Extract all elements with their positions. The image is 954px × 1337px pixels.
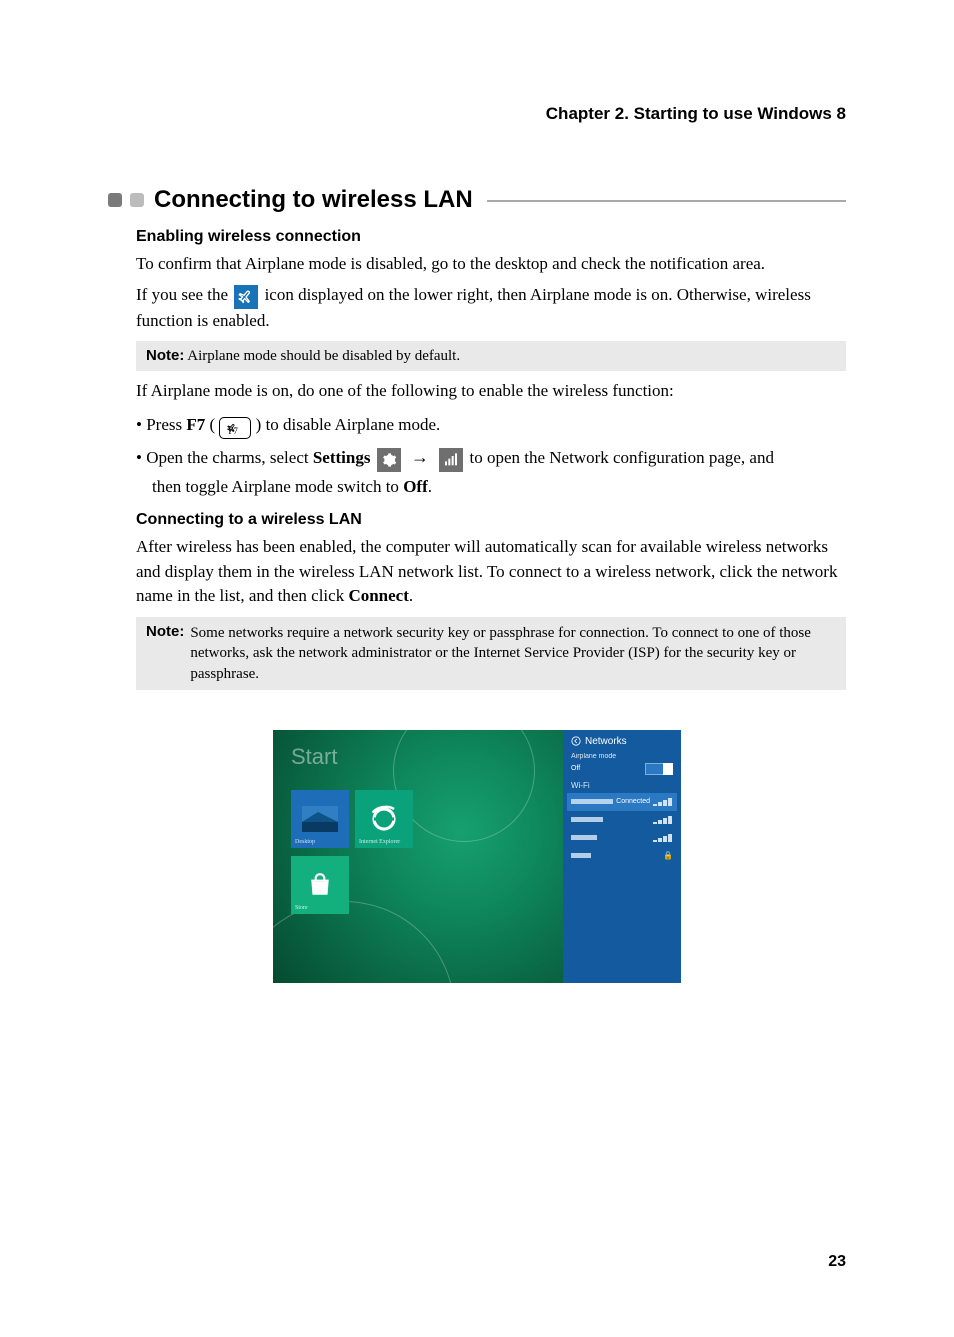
list-item: Press F7 ( F7 ) to disable Airplane mode… (136, 410, 846, 441)
network-item: 🔒 (571, 847, 673, 865)
off-word: Off (403, 477, 428, 496)
running-header: Chapter 2. Starting to use Windows 8 (108, 104, 846, 124)
airplane-mode-state: Off (571, 765, 580, 772)
start-label: Start (291, 744, 337, 770)
list-continuation: then toggle Airplane mode switch to Off. (152, 477, 846, 497)
paragraph: To confirm that Airplane mode is disable… (136, 252, 846, 277)
note-text: Some networks require a network security… (190, 623, 836, 684)
text: . (409, 586, 413, 605)
network-item (571, 829, 673, 847)
note-box: Note: Some networks require a network se… (136, 617, 846, 690)
signal-bars-icon (653, 798, 673, 806)
tile-label: Desktop (295, 839, 315, 845)
secured-icon: 🔒 (663, 851, 673, 860)
text: ( (205, 415, 219, 434)
text: After wireless has been enabled, the com… (136, 537, 837, 605)
text: then toggle Airplane mode switch to (152, 477, 403, 496)
paragraph: If Airplane mode is on, do one of the fo… (136, 379, 846, 404)
tile-ie: Internet Explorer (355, 790, 413, 848)
tile-store: Store (291, 856, 349, 914)
text: to open the Network configuration page, … (469, 448, 774, 467)
text: If you see the (136, 285, 232, 304)
text: Press (146, 415, 186, 434)
tile-label: Internet Explorer (359, 839, 400, 845)
note-text: Airplane mode should be disabled by defa… (184, 348, 460, 364)
page-number: 23 (828, 1253, 846, 1271)
text: ) to disable Airplane mode. (256, 415, 441, 434)
airplane-mode-toggle (645, 763, 673, 775)
signal-bars-icon (653, 816, 673, 824)
tile-label: Store (295, 905, 308, 911)
note-label: Note: (146, 347, 184, 364)
figure-networks-panel: Start Desktop Internet Explorer Store (273, 730, 681, 983)
settings-gear-icon (377, 448, 401, 472)
network-item (571, 811, 673, 829)
network-bars-icon (439, 448, 463, 472)
bullet-square-dark (108, 193, 122, 207)
bullet-square-light (130, 193, 144, 207)
airplane-mode-label: Airplane mode (571, 753, 673, 760)
keycap-f7: F7 (219, 417, 251, 439)
note-label: Note: (146, 623, 184, 684)
wifi-label: Wi-Fi (571, 781, 673, 790)
note-box: Note: Airplane mode should be disabled b… (136, 341, 846, 371)
networks-flyout: Networks Airplane mode Off Wi-Fi Connect… (563, 730, 681, 983)
subheading-connecting: Connecting to a wireless LAN (136, 511, 846, 529)
connect-word: Connect (348, 586, 408, 605)
network-name-redacted (571, 853, 591, 858)
networks-title: Networks (585, 736, 627, 747)
list-item: Open the charms, select Settings → to op… (136, 441, 846, 474)
network-name-redacted (571, 835, 597, 840)
network-name-redacted (571, 799, 613, 804)
text: Open the charms, select (146, 448, 313, 467)
subheading-enabling: Enabling wireless connection (136, 228, 846, 246)
start-screen: Start Desktop Internet Explorer Store (273, 730, 563, 983)
heading-rule (487, 200, 846, 202)
settings-word: Settings (313, 448, 371, 467)
bullet-list: Press F7 ( F7 ) to disable Airplane mode… (136, 410, 846, 473)
back-arrow-icon (571, 736, 581, 746)
key-name: F7 (186, 415, 205, 434)
section-title: Connecting to wireless LAN (154, 186, 473, 214)
signal-bars-icon (653, 834, 673, 842)
arrow-right-icon: → (407, 447, 433, 467)
text: . (428, 477, 432, 496)
network-item-connected: Connected (567, 793, 677, 811)
paragraph: If you see the icon displayed on the low… (136, 283, 846, 334)
paragraph: After wireless has been enabled, the com… (136, 535, 846, 609)
network-name-redacted (571, 817, 603, 822)
tile-desktop: Desktop (291, 790, 349, 848)
connected-label: Connected (616, 798, 650, 805)
airplane-icon (234, 285, 258, 309)
section-heading-row: Connecting to wireless LAN (108, 186, 846, 214)
